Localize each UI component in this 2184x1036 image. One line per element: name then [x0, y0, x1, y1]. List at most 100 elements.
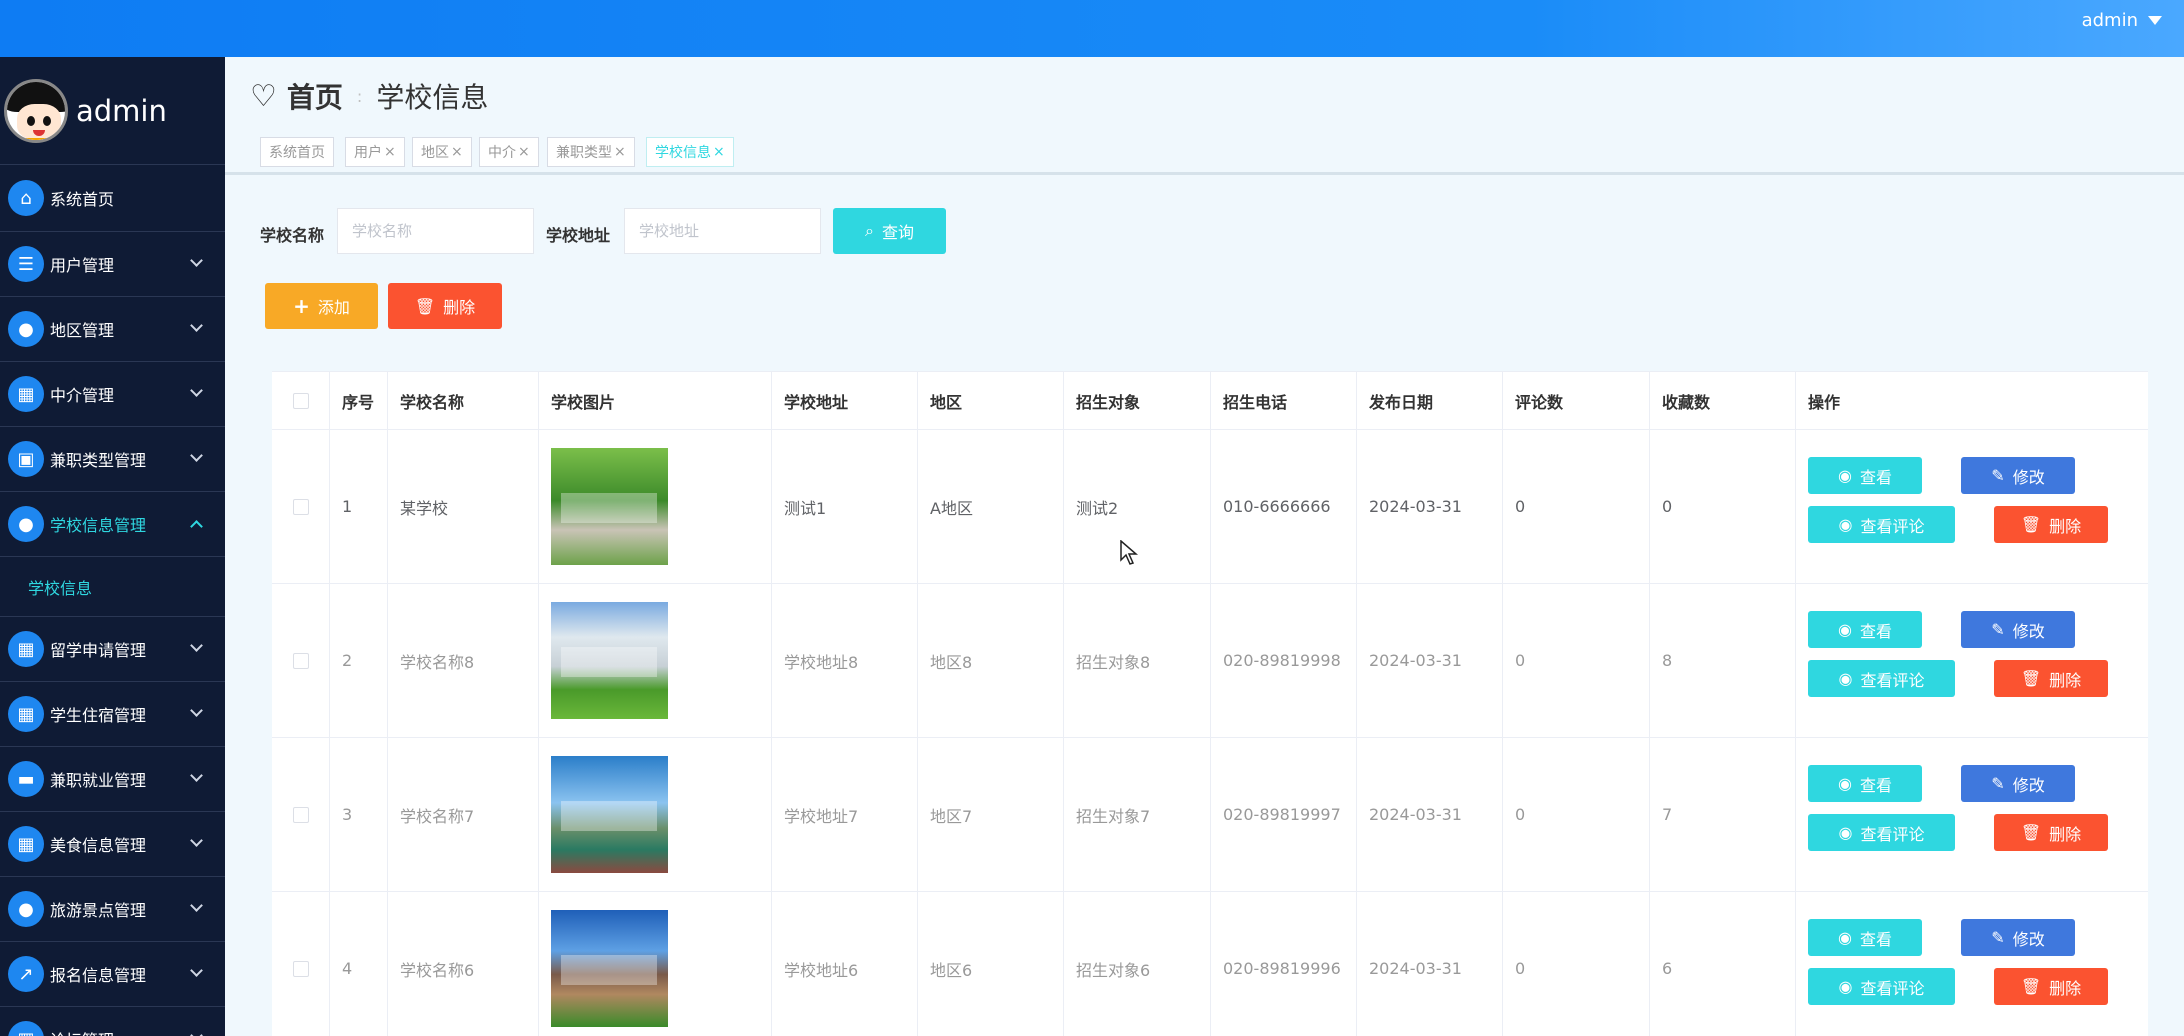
select-all-checkbox[interactable] — [292, 392, 309, 409]
view-button[interactable]: ◉ 查看 — [1808, 457, 1922, 494]
edit-icon: ✎ — [1991, 928, 2005, 947]
row-checkbox[interactable] — [292, 652, 309, 669]
header-cell[interactable]: 学校地址 — [772, 372, 918, 429]
user-menu[interactable]: admin — [2082, 10, 2162, 31]
cell-index: 4 — [330, 892, 388, 1036]
row-checkbox[interactable] — [292, 498, 309, 515]
tag-user[interactable]: 用户 × — [345, 137, 405, 167]
delete-button[interactable]: 🗑 删除 — [1994, 506, 2108, 543]
close-icon[interactable]: × — [384, 144, 396, 160]
table-row: 2 学校名称8 学校地址8 地区8 招生对象8 020-89819998 2024-03-3… — [272, 584, 2148, 738]
view-comments-button[interactable]: ◉ 查看评论 — [1808, 814, 1955, 851]
edit-button[interactable]: ✎ 修改 — [1961, 919, 2075, 956]
tag-school-info[interactable]: 学校信息 × — [646, 137, 734, 167]
tag-job-type[interactable]: 兼职类型 × — [547, 137, 635, 167]
tag-label: 兼职类型 — [556, 145, 612, 161]
row-select-cell — [272, 430, 330, 583]
heart-icon: ♡ — [250, 78, 277, 114]
trash-icon: 🗑 — [414, 296, 436, 316]
chevron-down-icon — [190, 704, 203, 717]
row-select-cell — [272, 738, 330, 891]
chevron-down-icon — [190, 1029, 203, 1036]
comments-label: 查看评论 — [1860, 670, 1925, 690]
batch-delete-button[interactable]: 🗑 删除 — [388, 283, 502, 329]
edit-button[interactable]: ✎ 修改 — [1961, 457, 2075, 494]
ops-cell: ◉ 查看 ✎ 修改 ◉ 查看评论 🗑 删除 — [1796, 892, 2148, 1036]
sidebar-item[interactable]: ▦ 美食信息管理 — [0, 812, 225, 877]
eye-icon: ◉ — [1838, 977, 1853, 996]
sidebar-item[interactable]: ● 地区管理 — [0, 297, 225, 362]
close-icon[interactable]: × — [713, 144, 725, 160]
breadcrumb-home[interactable]: 首页 — [287, 76, 343, 116]
avatar — [4, 78, 68, 143]
trash-icon: 🗑 — [2020, 977, 2042, 996]
tag-home[interactable]: 系统首页 — [260, 137, 334, 167]
school-image[interactable] — [551, 602, 668, 719]
cell-region: 地区8 — [918, 584, 1064, 737]
close-icon[interactable]: × — [518, 144, 530, 160]
view-button[interactable]: ◉ 查看 — [1808, 765, 1922, 802]
header-cell[interactable]: 地区 — [918, 372, 1064, 429]
close-icon[interactable]: × — [451, 144, 463, 160]
bulb-icon: ● — [8, 891, 44, 927]
briefcase-icon: ▬ — [8, 761, 44, 797]
sidebar-subitem-school-info[interactable]: 学校信息 — [0, 557, 225, 617]
header-cell[interactable]: 序号 — [330, 372, 388, 429]
row-select-cell — [272, 892, 330, 1036]
query-button[interactable]: ⌕ 查询 — [833, 208, 946, 254]
ops-cell: ◉ 查看 ✎ 修改 ◉ 查看评论 🗑 删除 — [1796, 584, 2148, 737]
header-cell[interactable]: 评论数 — [1503, 372, 1650, 429]
delete-button[interactable]: 🗑 删除 — [1994, 660, 2108, 697]
header-cell[interactable]: 学校图片 — [539, 372, 772, 429]
delete-label: 删除 — [443, 298, 476, 317]
school-image[interactable] — [551, 756, 668, 873]
header-cell[interactable]: 招生对象 — [1064, 372, 1211, 429]
sidebar-item[interactable]: ☰ 用户管理 — [0, 232, 225, 297]
school-address-input[interactable] — [624, 208, 821, 254]
row-checkbox[interactable] — [292, 806, 309, 823]
delete-button[interactable]: 🗑 删除 — [1994, 814, 2108, 851]
add-label: 添加 — [317, 298, 350, 317]
sidebar-item[interactable]: ● 旅游景点管理 — [0, 877, 225, 942]
school-image[interactable] — [551, 910, 668, 1027]
view-comments-button[interactable]: ◉ 查看评论 — [1808, 506, 1955, 543]
edit-button[interactable]: ✎ 修改 — [1961, 611, 2075, 648]
sidebar-item[interactable]: ▦ 学生住宿管理 — [0, 682, 225, 747]
school-name-input[interactable] — [337, 208, 534, 254]
view-label: 查看 — [1859, 929, 1892, 949]
edit-button[interactable]: ✎ 修改 — [1961, 765, 2075, 802]
cell-date: 2024-03-31 — [1357, 892, 1503, 1036]
add-button[interactable]: + 添加 — [265, 283, 378, 329]
mouse-cursor-icon — [1120, 539, 1139, 570]
sidebar-item[interactable]: ▦ 论坛管理 — [0, 1007, 225, 1036]
chevron-down-icon — [190, 899, 203, 912]
wallet-icon: ▣ — [8, 441, 44, 477]
delete-button[interactable]: 🗑 删除 — [1994, 968, 2108, 1005]
header-cell[interactable]: 收藏数 — [1650, 372, 1796, 429]
trash-icon: 🗑 — [2020, 669, 2042, 688]
header-cell[interactable]: 招生电话 — [1211, 372, 1357, 429]
close-icon[interactable]: × — [614, 144, 626, 160]
tag-agency[interactable]: 中介 × — [479, 137, 539, 167]
row-checkbox[interactable] — [292, 960, 309, 977]
sidebar-item[interactable]: ▦ 留学申请管理 — [0, 617, 225, 682]
header-cell[interactable]: 发布日期 — [1357, 372, 1503, 429]
sidebar-item[interactable]: ⌂ 系统首页 — [0, 165, 225, 232]
view-comments-button[interactable]: ◉ 查看评论 — [1808, 968, 1955, 1005]
user-name: admin — [2081, 10, 2138, 31]
tag-region[interactable]: 地区 × — [412, 137, 472, 167]
header-cell[interactable]: 学校名称 — [388, 372, 539, 429]
sidebar-item[interactable]: ▬ 兼职就业管理 — [0, 747, 225, 812]
school-image[interactable] — [551, 448, 668, 565]
trash-icon: 🗑 — [2020, 823, 2042, 842]
sidebar-item[interactable]: ▦ 中介管理 — [0, 362, 225, 427]
view-button[interactable]: ◉ 查看 — [1808, 611, 1922, 648]
sidebar-item[interactable]: ▣ 兼职类型管理 — [0, 427, 225, 492]
view-comments-button[interactable]: ◉ 查看评论 — [1808, 660, 1955, 697]
cell-target: 招生对象7 — [1064, 738, 1211, 891]
sidebar-item-label: 留学申请管理 — [50, 641, 147, 660]
sidebar-item[interactable]: ↗ 报名信息管理 — [0, 942, 225, 1007]
sidebar-item[interactable]: ● 学校信息管理 — [0, 492, 225, 557]
view-button[interactable]: ◉ 查看 — [1808, 919, 1922, 956]
grid-icon: ▦ — [8, 1021, 44, 1036]
